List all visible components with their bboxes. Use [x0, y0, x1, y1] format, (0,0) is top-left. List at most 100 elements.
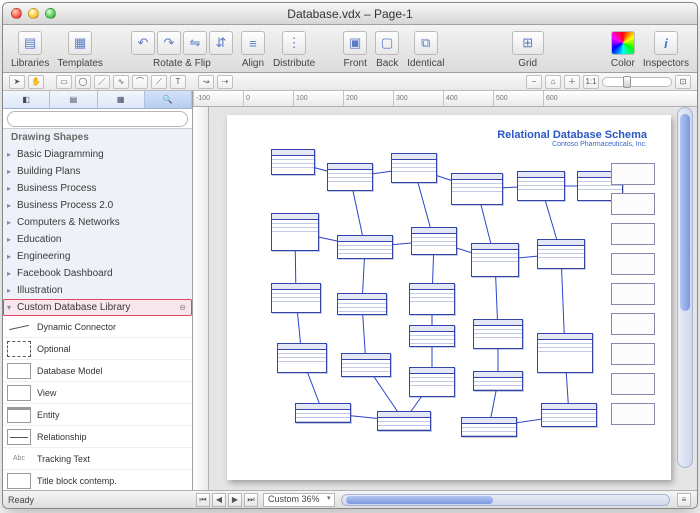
entity-box[interactable]	[409, 283, 455, 315]
entity-box[interactable]	[471, 243, 519, 277]
entity-box[interactable]	[271, 283, 321, 313]
stencil-item[interactable]: Database Model	[3, 360, 192, 382]
stencil-item[interactable]: View	[3, 382, 192, 404]
flip-h-button[interactable]: ⇋	[183, 31, 207, 55]
page-first-button[interactable]: ⏮	[196, 493, 210, 507]
grid-button[interactable]: ⊞	[512, 31, 544, 55]
library-category[interactable]: Engineering	[3, 248, 192, 265]
page-prev-button[interactable]: ◀	[212, 493, 226, 507]
note-box[interactable]	[611, 253, 655, 275]
arc-tool-icon[interactable]: ⌒	[132, 75, 148, 89]
entity-box[interactable]	[337, 235, 393, 259]
text-tool-icon[interactable]: T	[170, 75, 186, 89]
entity-box[interactable]	[409, 325, 455, 347]
stencil-item[interactable]: Title block contemp.	[3, 470, 192, 490]
hand-tool-icon[interactable]: ✋	[28, 75, 44, 89]
stencil-item[interactable]: AbcTracking Text	[3, 448, 192, 470]
back-button[interactable]: ▢	[375, 31, 399, 55]
distribute-button[interactable]: ⋮	[282, 31, 306, 55]
entity-box[interactable]	[337, 293, 387, 315]
library-category-selected[interactable]: Custom Database Library ⊖	[3, 299, 192, 316]
snap-icon[interactable]: ⊡	[675, 75, 691, 89]
note-box[interactable]	[611, 193, 655, 215]
library-category[interactable]: Business Process	[3, 180, 192, 197]
note-box[interactable]	[611, 373, 655, 395]
pointer-tool-icon[interactable]: ➤	[9, 75, 25, 89]
color-button[interactable]	[611, 31, 635, 55]
horizontal-scrollbar[interactable]	[341, 494, 670, 506]
note-box[interactable]	[611, 343, 655, 365]
note-box[interactable]	[611, 163, 655, 185]
library-category[interactable]: Basic Diagramming	[3, 146, 192, 163]
entity-box[interactable]	[517, 171, 565, 201]
entity-box[interactable]	[537, 239, 585, 269]
close-icon[interactable]	[11, 8, 22, 19]
note-box[interactable]	[611, 283, 655, 305]
templates-button[interactable]: ▦	[68, 31, 92, 55]
vertical-scrollbar[interactable]	[677, 107, 693, 468]
entity-box[interactable]	[377, 411, 431, 431]
library-category[interactable]: Education	[3, 231, 192, 248]
page-menu-button[interactable]: ≡	[677, 493, 691, 507]
stencil-item[interactable]: Optional	[3, 338, 192, 360]
rect-tool-icon[interactable]: ▭	[56, 75, 72, 89]
entity-box[interactable]	[541, 403, 597, 427]
line-tool-icon[interactable]: ／	[94, 75, 110, 89]
ellipse-tool-icon[interactable]: ◯	[75, 75, 91, 89]
minimize-icon[interactable]	[28, 8, 39, 19]
identical-button[interactable]: ⧉	[414, 31, 438, 55]
zoom-out-icon[interactable]: −	[526, 75, 542, 89]
zoom-in-icon[interactable]: ＋	[564, 75, 580, 89]
entity-box[interactable]	[451, 173, 503, 205]
entity-box[interactable]	[295, 403, 351, 423]
page-last-button[interactable]: ⏭	[244, 493, 258, 507]
rotate-right-button[interactable]: ↷	[157, 31, 181, 55]
stencil-item[interactable]: Entity	[3, 404, 192, 426]
inspectors-button[interactable]: i	[654, 31, 678, 55]
curve-tool-icon[interactable]: ∿	[113, 75, 129, 89]
library-category[interactable]: Facebook Dashboard	[3, 265, 192, 282]
entity-box[interactable]	[277, 343, 327, 373]
entity-box[interactable]	[271, 149, 315, 175]
polyline-tool-icon[interactable]: ⟋	[151, 75, 167, 89]
entity-box[interactable]	[327, 163, 373, 191]
entity-box[interactable]	[271, 213, 319, 251]
entity-box[interactable]	[473, 371, 523, 391]
library-category[interactable]: Computers & Networks	[3, 214, 192, 231]
align-button[interactable]: ≡	[241, 31, 265, 55]
front-button[interactable]: ▣	[343, 31, 367, 55]
zoom-slider[interactable]	[602, 77, 672, 87]
note-box[interactable]	[611, 313, 655, 335]
zoom-fit-icon[interactable]: ⌂	[545, 75, 561, 89]
smart-connector-icon[interactable]: ⇢	[217, 75, 233, 89]
note-box[interactable]	[611, 223, 655, 245]
entity-box[interactable]	[341, 353, 391, 377]
note-box[interactable]	[611, 403, 655, 425]
page[interactable]: Relational Database Schema Contoso Pharm…	[227, 115, 671, 480]
page-next-button[interactable]: ▶	[228, 493, 242, 507]
library-tab-3[interactable]: ▦	[98, 91, 145, 108]
library-tab-1[interactable]: ◧	[3, 91, 50, 108]
connector-tool-icon[interactable]: ↝	[198, 75, 214, 89]
flip-v-button[interactable]: ⇵	[209, 31, 233, 55]
stencil-item[interactable]: Relationship	[3, 426, 192, 448]
entity-box[interactable]	[537, 333, 593, 373]
entity-box[interactable]	[411, 227, 457, 255]
library-category[interactable]: Business Process 2.0	[3, 197, 192, 214]
diagram[interactable]	[241, 143, 657, 458]
entity-box[interactable]	[473, 319, 523, 349]
library-search-input[interactable]	[7, 111, 188, 127]
libraries-button[interactable]: ▤	[18, 31, 42, 55]
entity-box[interactable]	[391, 153, 437, 183]
stencil-item[interactable]: Dynamic Connector	[3, 316, 192, 338]
entity-box[interactable]	[409, 367, 455, 397]
canvas[interactable]: Relational Database Schema Contoso Pharm…	[209, 107, 697, 490]
library-tab-2[interactable]: ▤	[50, 91, 97, 108]
rotate-left-button[interactable]: ↶	[131, 31, 155, 55]
zoom-dropdown[interactable]: Custom 36%	[263, 493, 335, 507]
zoom-actual-icon[interactable]: 1:1	[583, 75, 599, 89]
library-category[interactable]: Illustration	[3, 282, 192, 299]
library-category[interactable]: Building Plans	[3, 163, 192, 180]
zoom-icon[interactable]	[45, 8, 56, 19]
library-tab-search[interactable]: 🔍	[145, 91, 192, 108]
